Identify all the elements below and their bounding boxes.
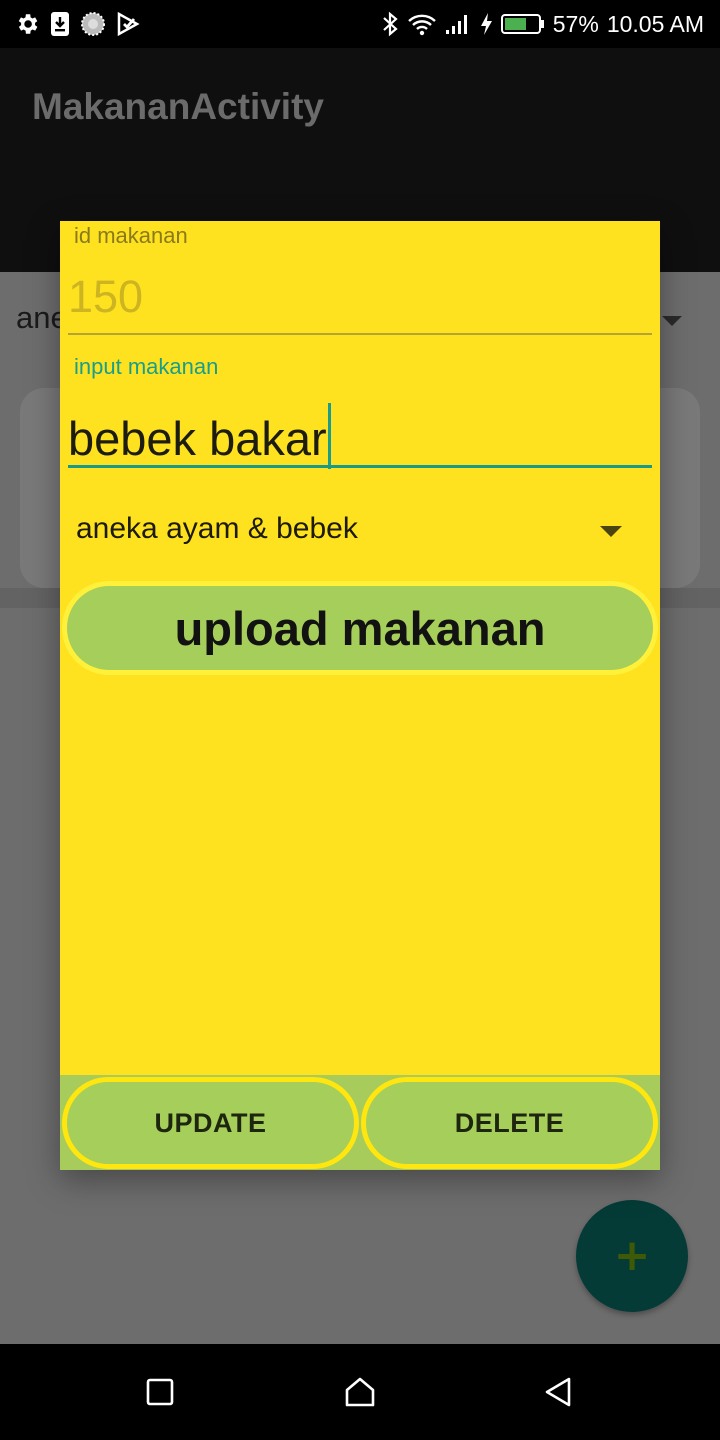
input-makanan-label: input makanan [74,354,219,379]
back-icon[interactable] [538,1372,578,1412]
loading-icon [80,11,106,37]
add-fab-button[interactable]: + [576,1200,688,1312]
edit-makanan-dialog: id makanan 150 input makanan bebek bakar… [60,221,660,1170]
dialog-button-bar: UPDATE DELETE [60,1075,660,1170]
recents-icon[interactable] [140,1372,180,1412]
bluetooth-icon [381,11,399,37]
plus-icon: + [613,1230,651,1281]
id-field-underline [68,333,652,335]
wifi-icon [407,12,437,36]
home-icon[interactable] [340,1372,380,1412]
category-selected-value: aneka ayam & bebek [76,512,358,545]
upload-makanan-label: upload makanan [174,601,546,655]
download-icon [50,11,70,37]
input-makanan-value: bebek bakar [68,412,327,465]
app-title: MakananActivity [32,86,324,127]
delete-button[interactable]: DELETE [361,1077,658,1169]
id-makanan-label: id makanan [74,223,188,248]
input-makanan-field[interactable]: bebek bakar [68,393,652,469]
charging-icon [479,12,493,36]
battery-percent: 57% [552,10,599,37]
signal-icon [445,12,471,36]
battery-icon [500,13,545,35]
text-cursor [327,403,331,469]
upload-makanan-button[interactable]: upload makanan [62,581,658,675]
play-check-icon [116,12,140,36]
update-button[interactable]: UPDATE [62,1077,359,1169]
status-bar: 57% 10.05 AM [0,0,720,48]
delete-button-label: DELETE [454,1107,565,1138]
category-spinner[interactable]: aneka ayam & bebek [68,499,652,565]
dropdown-arrow-icon [600,526,622,537]
background-dropdown-arrow-icon [662,316,682,326]
input-field-underline [68,465,652,468]
update-button-label: UPDATE [154,1107,267,1138]
navigation-bar [0,1344,720,1440]
background-category-spinner[interactable]: aneka ayam & bebek [16,300,62,336]
gear-icon [14,11,40,37]
clock: 10.05 AM [606,10,704,37]
id-makanan-field[interactable]: 150 [68,271,143,323]
